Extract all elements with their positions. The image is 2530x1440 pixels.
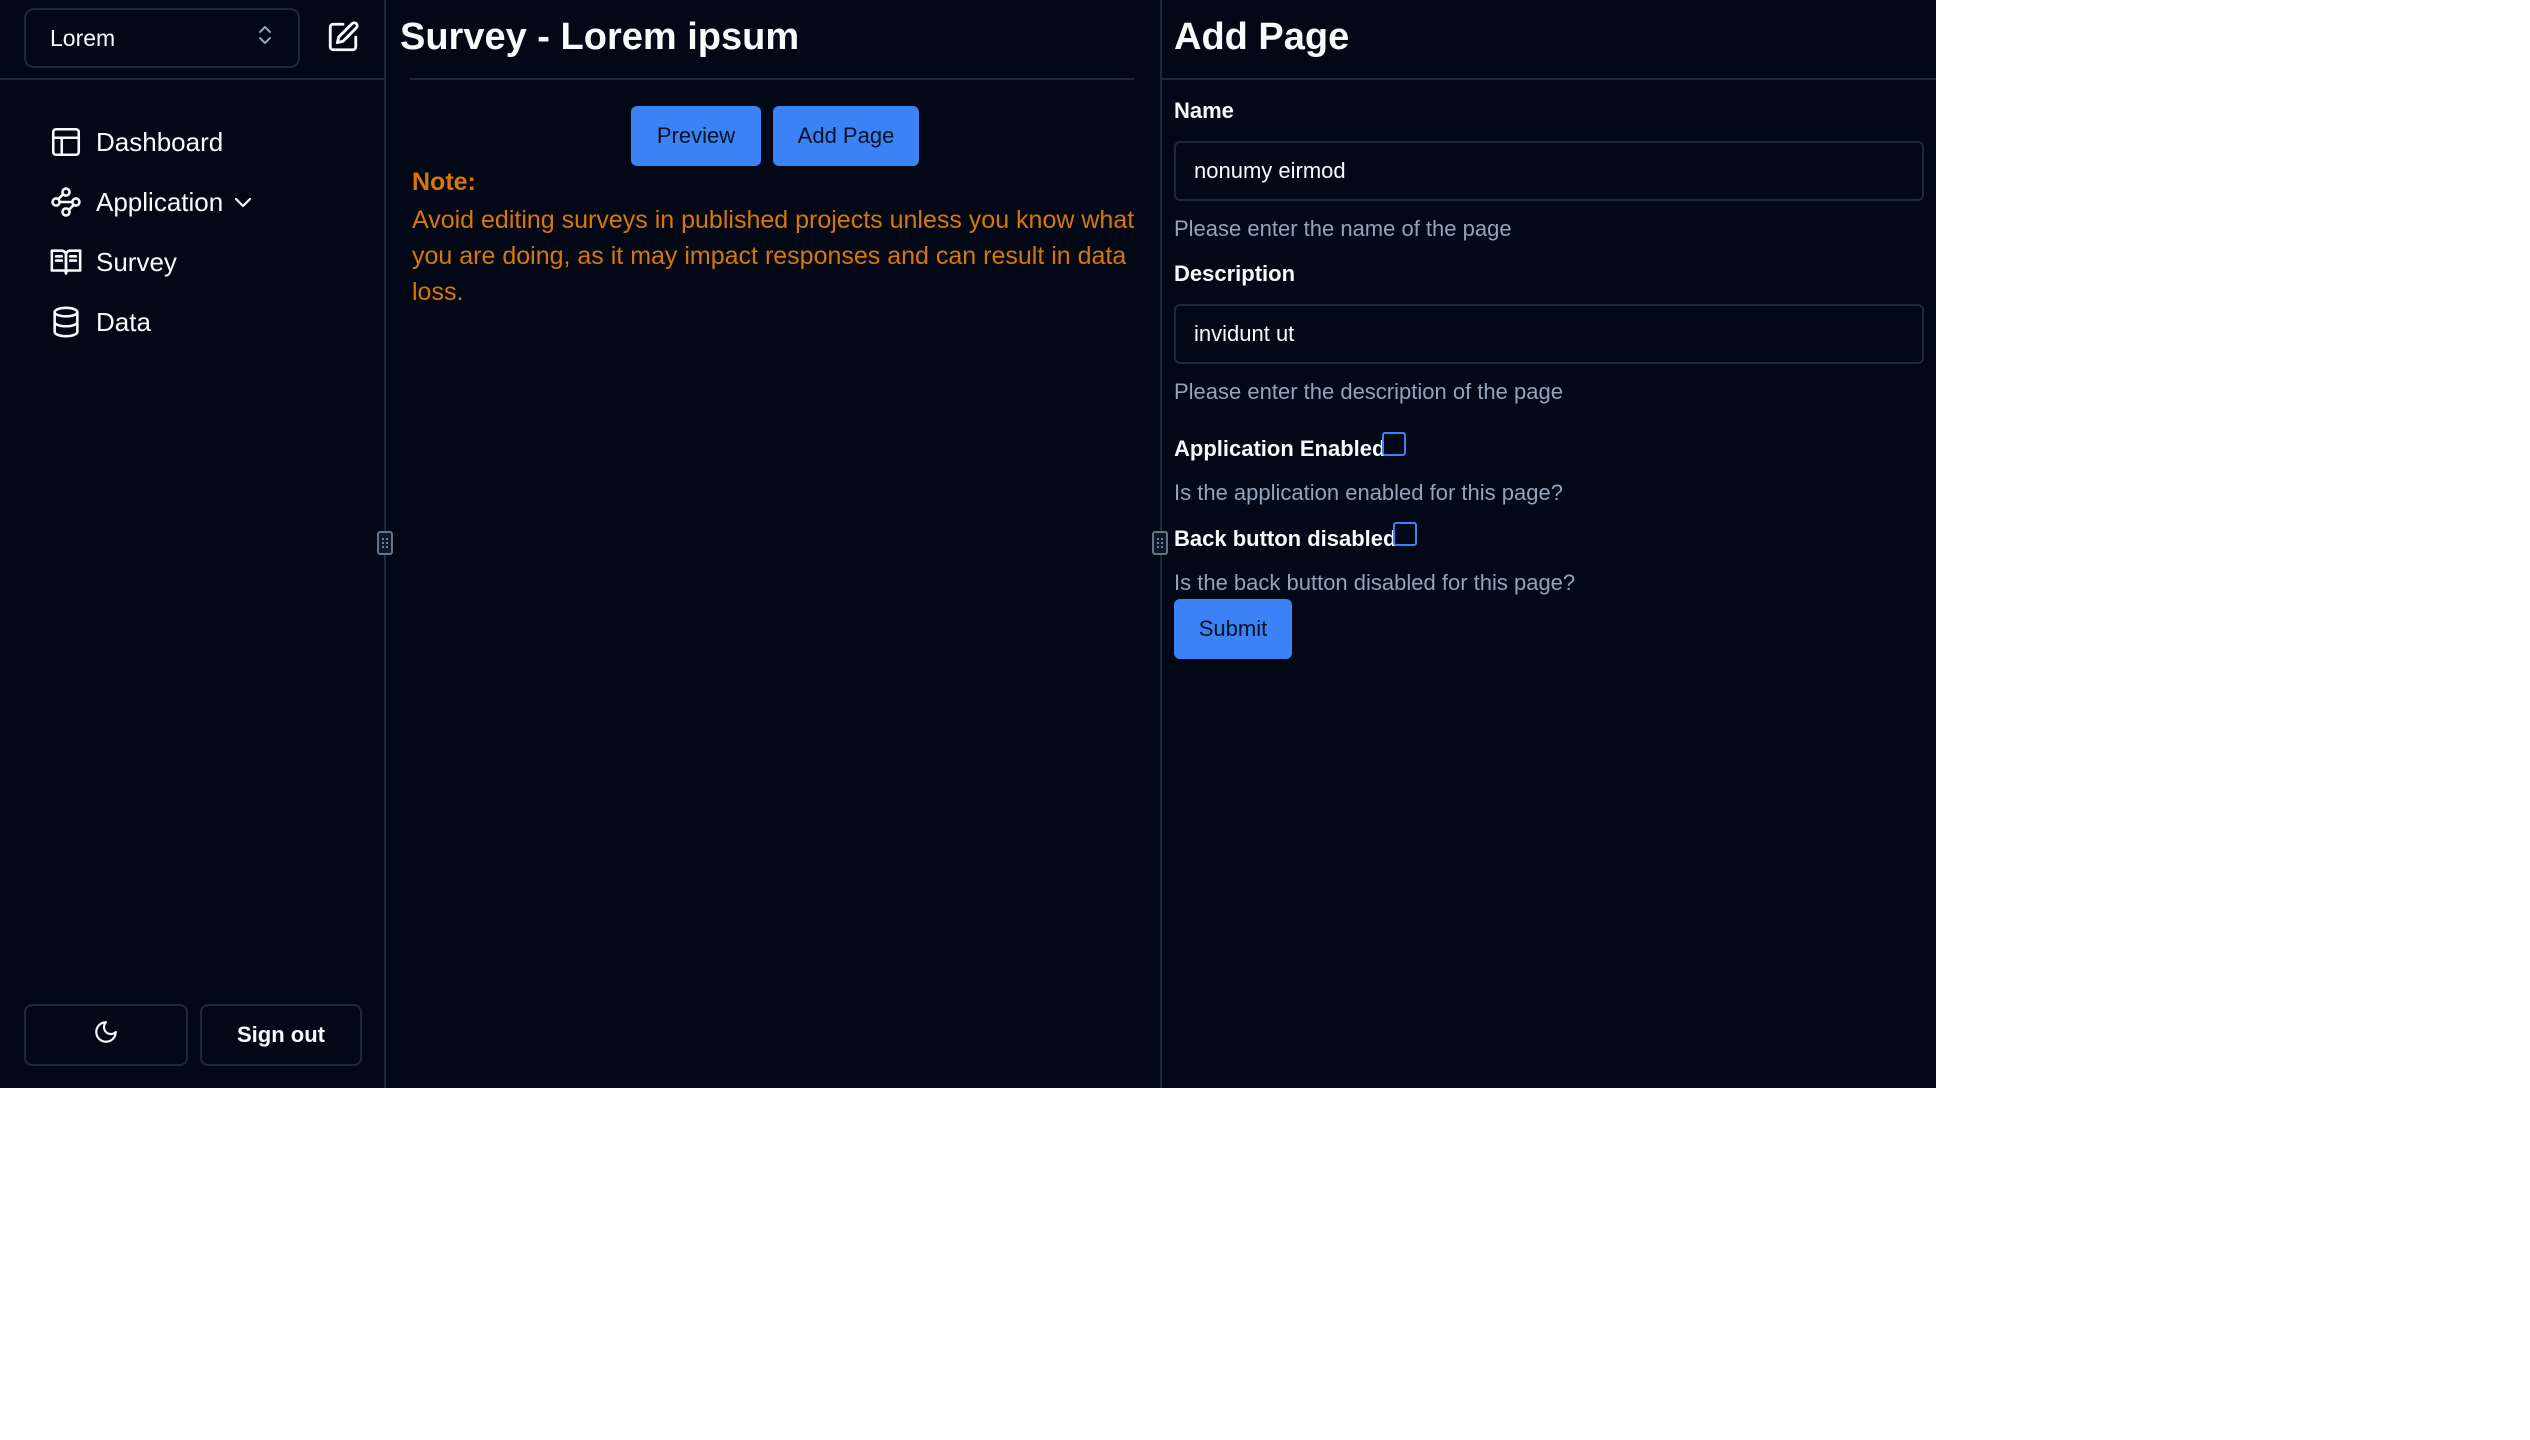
name-input[interactable] (1174, 141, 1924, 201)
note-text: Avoid editing surveys in published proje… (412, 206, 1135, 306)
back-button-disabled-label: Back button disabled (1174, 526, 1397, 551)
sidebar-item-label: Dashboard (96, 126, 224, 157)
sidebar-item-label: Data (96, 306, 151, 337)
back-button-disabled-checkbox[interactable] (1393, 522, 1417, 546)
add-page-button[interactable]: Add Page (773, 106, 919, 166)
sidebar-nav: Dashboard Application Survey Data (48, 112, 255, 352)
workflow-icon (48, 184, 84, 220)
layout-icon (48, 124, 84, 160)
submit-button[interactable]: Submit (1174, 599, 1292, 659)
sidebar: Lorem Dashboard Application Survey Data … (0, 0, 393, 1088)
database-icon (48, 304, 84, 340)
sidebar-item-data[interactable]: Data (48, 292, 255, 352)
app-window: Lorem Dashboard Application Survey Data … (0, 0, 1936, 1088)
application-enabled-checkbox[interactable] (1382, 432, 1406, 456)
moon-icon (93, 1019, 119, 1051)
chevron-down-icon[interactable] (231, 190, 255, 214)
description-help-text: Please enter the description of the page (1174, 379, 1563, 404)
submit-button-label: Submit (1198, 616, 1268, 641)
sign-out-label: Sign out (237, 1022, 325, 1047)
name-label: Name (1174, 98, 1234, 123)
back-button-disabled-help-text: Is the back button disabled for this pag… (1174, 570, 1576, 595)
add-page-button-label: Add Page (797, 123, 895, 148)
sidebar-item-survey[interactable]: Survey (48, 232, 255, 292)
book-open-icon (48, 244, 84, 280)
sidebar-item-label: Application (96, 186, 224, 217)
add-page-panel: Add Page Name Please enter the name of t… (1162, 0, 1936, 1088)
sidebar-item-dashboard[interactable]: Dashboard (48, 112, 255, 172)
pencil-square-icon (326, 20, 360, 59)
description-label: Description (1174, 261, 1296, 286)
application-enabled-help-text: Is the application enabled for this page… (1174, 480, 1563, 505)
theme-toggle-button[interactable] (24, 1004, 188, 1066)
sidebar-item-application[interactable]: Application (48, 172, 255, 232)
chevrons-up-down-icon (256, 24, 274, 52)
page-title: Survey - Lorem ipsum (400, 16, 800, 58)
sidebar-item-label: Survey (96, 246, 177, 277)
preview-button[interactable]: Preview (631, 106, 761, 166)
project-select[interactable]: Lorem (24, 8, 300, 68)
name-help-text: Please enter the name of the page (1174, 216, 1512, 241)
survey-panel: Survey - Lorem ipsum Preview Add Page No… (386, 0, 1168, 1088)
preview-button-label: Preview (656, 123, 736, 148)
project-select-value: Lorem (50, 24, 116, 51)
application-enabled-label: Application Enabled (1174, 436, 1386, 461)
panel-divider (1162, 78, 1936, 80)
description-input[interactable] (1174, 304, 1924, 364)
title-divider (410, 78, 1134, 80)
panel-title: Add Page (1174, 16, 1350, 58)
sign-out-button[interactable]: Sign out (200, 1004, 362, 1066)
note-title: Note: (412, 168, 476, 196)
sidebar-divider (0, 78, 384, 80)
edit-project-button[interactable] (322, 18, 364, 60)
